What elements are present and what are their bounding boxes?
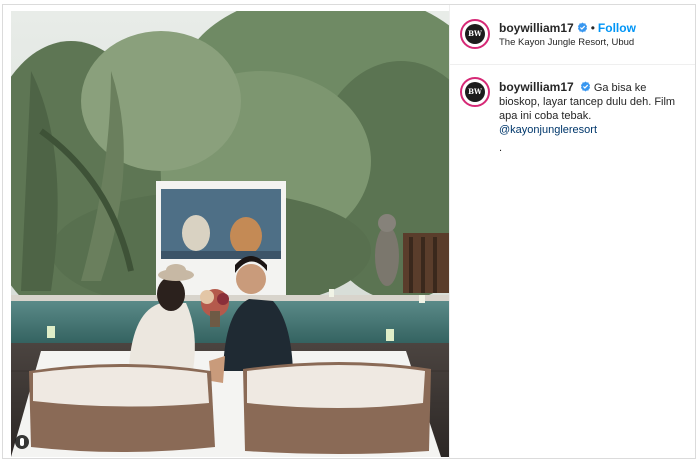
caption-avatar[interactable]: BW: [460, 77, 490, 107]
avatar[interactable]: BW: [460, 19, 490, 49]
follow-button[interactable]: Follow: [598, 21, 636, 35]
username-link[interactable]: boywilliam17: [499, 21, 574, 35]
post-header: BW boywilliam17 • Follow The Kayon Jungle …: [457, 15, 693, 55]
jungle-cinema-photo: [11, 11, 449, 457]
header-divider: [450, 64, 695, 65]
verified-badge-icon: [580, 81, 590, 92]
caption-trailing: .: [499, 142, 503, 154]
location-link[interactable]: The Kayon Jungle Resort, Ubud: [499, 37, 634, 48]
avatar-image: BW: [465, 24, 485, 44]
username-row: boywilliam17 • Follow: [499, 21, 636, 35]
caption-username-link[interactable]: boywilliam17: [499, 80, 574, 94]
avatar-image: BW: [465, 82, 485, 102]
separator-dot: •: [590, 21, 595, 35]
caption-text: boywilliam17 Ga bisa ke bioskop, layar t…: [499, 80, 689, 155]
panel-divider: [449, 5, 450, 458]
user-tag-icon[interactable]: [15, 435, 29, 449]
verified-badge-icon: [577, 22, 587, 33]
mention-link[interactable]: @kayonjungleresort: [499, 124, 597, 136]
instagram-post: BW boywilliam17 • Follow The Kayon Jungle …: [2, 4, 696, 459]
post-photo[interactable]: [11, 11, 449, 457]
